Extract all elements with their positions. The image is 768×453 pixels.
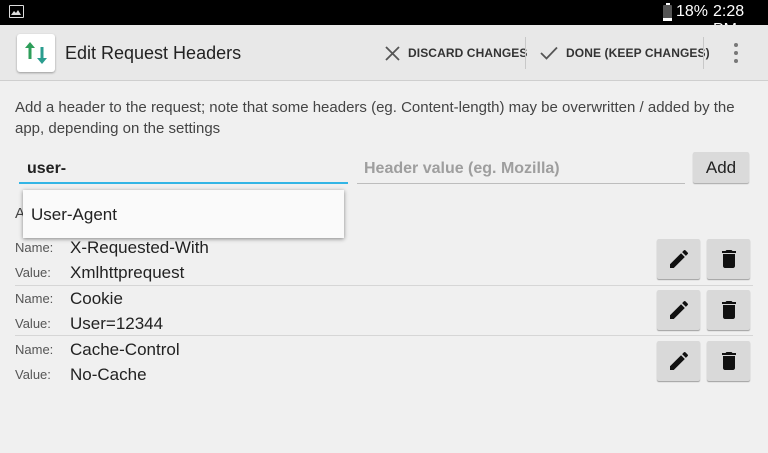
- autocomplete-dropdown: User-Agent: [23, 190, 344, 238]
- header-name-input[interactable]: [19, 155, 348, 184]
- battery-icon: [663, 3, 672, 21]
- autocomplete-item[interactable]: User-Agent: [31, 205, 117, 225]
- row-divider: [15, 335, 753, 336]
- value-label: Value:: [15, 316, 51, 331]
- header-value: No-Cache: [70, 365, 147, 384]
- header-value: Xmlhttprequest: [70, 263, 185, 282]
- pencil-icon: [670, 249, 689, 268]
- header-name: Cache-Control: [70, 340, 180, 359]
- action-bar: Edit Request Headers DISCARD CHANGES DON…: [0, 25, 768, 81]
- battery-level: [663, 18, 672, 21]
- page-title: Edit Request Headers: [65, 43, 242, 63]
- trash-icon: [722, 250, 736, 268]
- header-value-input[interactable]: [357, 155, 685, 184]
- edit-header-button[interactable]: [657, 290, 700, 330]
- header-row: Name: Cookie Value: User=12344: [0, 286, 768, 336]
- trash-icon: [722, 352, 736, 370]
- checkmark-icon: [540, 46, 558, 60]
- add-header-button[interactable]: Add: [693, 152, 749, 183]
- discard-changes-button[interactable]: DISCARD CHANGES: [385, 25, 528, 81]
- close-icon: [385, 45, 400, 61]
- overflow-menu-icon[interactable]: [726, 41, 746, 65]
- app-icon[interactable]: [17, 34, 55, 72]
- action-divider: [525, 37, 526, 69]
- delete-header-button[interactable]: [707, 290, 750, 330]
- value-label: Value:: [15, 367, 51, 382]
- trash-icon: [722, 301, 736, 319]
- battery-percent: 18%: [676, 3, 709, 20]
- header-name: Cookie: [70, 289, 123, 308]
- pencil-icon: [670, 351, 689, 370]
- discard-changes-label: DISCARD CHANGES: [408, 46, 528, 60]
- header-name: X-Requested-With: [70, 238, 209, 257]
- action-divider: [703, 37, 704, 69]
- header-row: Name: X-Requested-With Value: Xmlhttpreq…: [0, 236, 768, 286]
- status-bar: 18% 2:28 PM: [0, 0, 768, 38]
- value-label: Value:: [15, 265, 51, 280]
- edit-header-button[interactable]: [657, 341, 700, 381]
- name-label: Name:: [15, 240, 54, 255]
- delete-header-button[interactable]: [707, 239, 750, 279]
- done-keep-changes-label: DONE (KEEP CHANGES): [566, 46, 710, 60]
- help-text: Add a header to the request; note that s…: [15, 99, 735, 137]
- image-notification-icon: [9, 5, 24, 18]
- name-label: Name:: [15, 342, 54, 357]
- done-keep-changes-button[interactable]: DONE (KEEP CHANGES): [540, 25, 710, 81]
- pencil-icon: [670, 300, 689, 319]
- name-label: Name:: [15, 291, 54, 306]
- header-value: User=12344: [70, 314, 164, 333]
- header-row: Name: Cache-Control Value: No-Cache: [0, 337, 768, 387]
- edit-header-button[interactable]: [657, 239, 700, 279]
- delete-header-button[interactable]: [707, 341, 750, 381]
